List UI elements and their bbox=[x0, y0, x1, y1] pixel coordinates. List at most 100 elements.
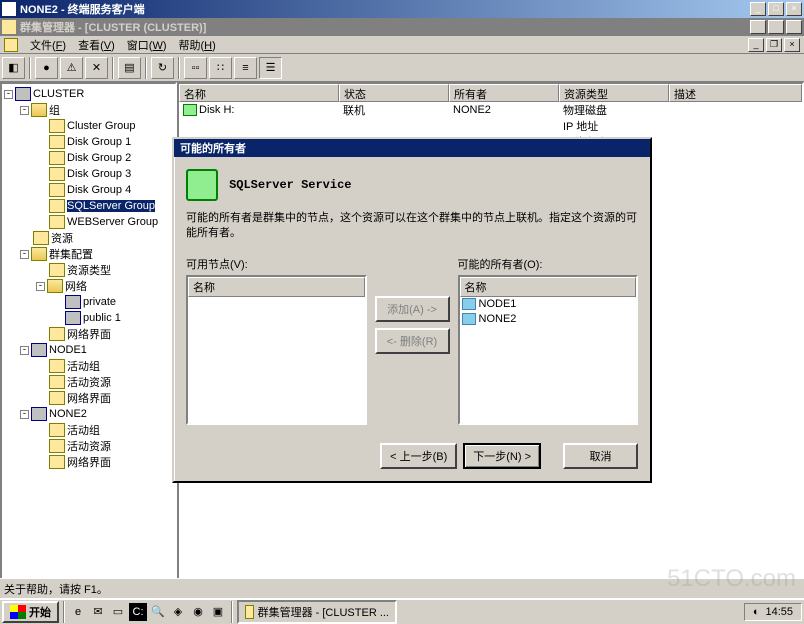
tree-item-none2[interactable]: -NONE2 bbox=[4, 406, 173, 422]
mdi-close-button[interactable]: × bbox=[786, 20, 802, 34]
tree-item-活动组[interactable]: 活动组 bbox=[4, 422, 173, 438]
tree-item-cluster[interactable]: -CLUSTER bbox=[4, 86, 173, 102]
dialog-titlebar: 可能的所有者 bbox=[174, 139, 650, 157]
maximize-button[interactable]: □ bbox=[768, 2, 784, 16]
tree-item-webserver-group[interactable]: WEBServer Group bbox=[4, 214, 173, 230]
list-row[interactable]: IP 地址 bbox=[179, 118, 802, 134]
main-titlebar: NONE2 - 终端服务客户端 _ □ × bbox=[0, 0, 804, 18]
tree-item-活动资源[interactable]: 活动资源 bbox=[4, 374, 173, 390]
owner-item[interactable]: NONE2 bbox=[460, 312, 637, 327]
tree-item-node1[interactable]: -NODE1 bbox=[4, 342, 173, 358]
available-col-name[interactable]: 名称 bbox=[188, 277, 365, 297]
tree-item-sqlserver-group[interactable]: SQLServer Group bbox=[4, 198, 173, 214]
child-restore-button[interactable]: ❐ bbox=[766, 38, 782, 52]
menu-window[interactable]: 窗口(W) bbox=[127, 37, 167, 53]
menu-view[interactable]: 查看(V) bbox=[78, 37, 115, 53]
taskbar-cluster-manager[interactable]: 群集管理器 - [CLUSTER ... bbox=[237, 600, 397, 624]
col-state[interactable]: 状态 bbox=[339, 84, 449, 102]
folder-closed-icon bbox=[49, 359, 65, 373]
tree-item-disk-group-2[interactable]: Disk Group 2 bbox=[4, 150, 173, 166]
quicklaunch-ie-icon[interactable]: e bbox=[69, 603, 87, 621]
toolbar-btn-1[interactable]: ◧ bbox=[2, 57, 25, 79]
tree-item-活动组[interactable]: 活动组 bbox=[4, 358, 173, 374]
tree-item-网络界面[interactable]: 网络界面 bbox=[4, 454, 173, 470]
computer-icon bbox=[31, 343, 47, 357]
mdi-titlebar: 群集管理器 - [CLUSTER (CLUSTER)] _ ❐ × bbox=[0, 18, 804, 36]
minimize-button[interactable]: _ bbox=[750, 2, 766, 16]
owner-item[interactable]: NODE1 bbox=[460, 297, 637, 312]
back-button[interactable]: < 上一步(B) bbox=[380, 443, 457, 469]
tree-item-private[interactable]: private bbox=[4, 294, 173, 310]
tree-item-活动资源[interactable]: 活动资源 bbox=[4, 438, 173, 454]
system-tray[interactable]: ◐ 14:55 bbox=[744, 603, 802, 621]
quicklaunch-outlook-icon[interactable]: ✉ bbox=[89, 603, 107, 621]
menu-file[interactable]: 文件(F) bbox=[30, 37, 66, 53]
tree-item-资源[interactable]: 资源 bbox=[4, 230, 173, 246]
tree-item-资源类型[interactable]: 资源类型 bbox=[4, 262, 173, 278]
folder-closed-icon bbox=[49, 151, 65, 165]
quicklaunch-explorer-icon[interactable]: 🔍 bbox=[149, 603, 167, 621]
quicklaunch-cmd-icon[interactable]: C: bbox=[129, 603, 147, 621]
possible-owners-listbox[interactable]: 名称 NODE1NONE2 bbox=[458, 275, 639, 425]
toolbar-btn-warning[interactable]: ⚠ bbox=[60, 57, 83, 79]
available-nodes-listbox[interactable]: 名称 bbox=[186, 275, 367, 425]
mdi-minimize-button[interactable]: _ bbox=[750, 20, 766, 34]
quicklaunch-app2-icon[interactable]: ◉ bbox=[189, 603, 207, 621]
service-icon bbox=[186, 169, 218, 201]
windows-flag-icon bbox=[10, 605, 26, 619]
col-name[interactable]: 名称 bbox=[179, 84, 339, 102]
quicklaunch-app3-icon[interactable]: ▣ bbox=[209, 603, 227, 621]
next-button[interactable]: 下一步(N) > bbox=[463, 443, 541, 469]
child-minimize-button[interactable]: _ bbox=[748, 38, 764, 52]
toolbar-view-small[interactable]: ∷ bbox=[209, 57, 232, 79]
folder-open-icon bbox=[47, 279, 63, 293]
quicklaunch-desktop-icon[interactable]: ▭ bbox=[109, 603, 127, 621]
possible-col-name[interactable]: 名称 bbox=[460, 277, 637, 297]
tray-icon-1[interactable]: ◐ bbox=[753, 606, 760, 618]
tree-item-群集配置[interactable]: -群集配置 bbox=[4, 246, 173, 262]
start-button[interactable]: 开始 bbox=[2, 601, 59, 623]
tree-item-disk-group-1[interactable]: Disk Group 1 bbox=[4, 134, 173, 150]
tree-item-网络[interactable]: -网络 bbox=[4, 278, 173, 294]
folder-closed-icon bbox=[49, 263, 65, 277]
quicklaunch-app1-icon[interactable]: ◈ bbox=[169, 603, 187, 621]
net-icon bbox=[65, 311, 81, 325]
toolbar-view-list[interactable]: ≡ bbox=[234, 57, 257, 79]
terminal-icon bbox=[2, 2, 16, 16]
tray-clock[interactable]: 14:55 bbox=[765, 606, 793, 618]
available-nodes-label: 可用节点(V): bbox=[186, 256, 367, 272]
tree-item-组[interactable]: -组 bbox=[4, 102, 173, 118]
toolbar-btn-properties[interactable]: ▤ bbox=[118, 57, 141, 79]
cancel-button[interactable]: 取消 bbox=[563, 443, 638, 469]
remove-button[interactable]: <- 删除(R) bbox=[375, 328, 450, 354]
cluster-manager-icon bbox=[2, 20, 16, 34]
node-icon bbox=[462, 298, 476, 310]
toolbar: ◧ ● ⚠ ✕ ▤ ↻ ▫▫ ∷ ≡ ☰ bbox=[0, 54, 804, 82]
folder-closed-icon bbox=[49, 423, 65, 437]
toolbar-view-large[interactable]: ▫▫ bbox=[184, 57, 207, 79]
tree-item-网络界面[interactable]: 网络界面 bbox=[4, 326, 173, 342]
mdi-restore-button[interactable]: ❐ bbox=[768, 20, 784, 34]
list-row[interactable]: Disk H:联机NONE2物理磁盘 bbox=[179, 102, 802, 118]
net-icon bbox=[65, 295, 81, 309]
tree-item-disk-group-3[interactable]: Disk Group 3 bbox=[4, 166, 173, 182]
tree-item-网络界面[interactable]: 网络界面 bbox=[4, 390, 173, 406]
folder-closed-icon bbox=[49, 119, 65, 133]
close-button[interactable]: × bbox=[786, 2, 802, 16]
dialog-title: 可能的所有者 bbox=[176, 140, 648, 156]
col-owner[interactable]: 所有者 bbox=[449, 84, 559, 102]
toolbar-view-details[interactable]: ☰ bbox=[259, 57, 282, 79]
col-type[interactable]: 资源类型 bbox=[559, 84, 669, 102]
tree-item-disk-group-4[interactable]: Disk Group 4 bbox=[4, 182, 173, 198]
col-desc[interactable]: 描述 bbox=[669, 84, 802, 102]
tree-item-cluster-group[interactable]: Cluster Group bbox=[4, 118, 173, 134]
toolbar-btn-online[interactable]: ● bbox=[35, 57, 58, 79]
cluster-tree[interactable]: -CLUSTER-组Cluster GroupDisk Group 1Disk … bbox=[0, 82, 177, 587]
tree-item-public-1[interactable]: public 1 bbox=[4, 310, 173, 326]
toolbar-btn-refresh[interactable]: ↻ bbox=[151, 57, 174, 79]
menu-help[interactable]: 帮助(H) bbox=[179, 37, 216, 53]
toolbar-btn-delete[interactable]: ✕ bbox=[85, 57, 108, 79]
add-button[interactable]: 添加(A) -> bbox=[375, 296, 450, 322]
child-close-button[interactable]: × bbox=[784, 38, 800, 52]
mdi-child-icon[interactable] bbox=[4, 38, 18, 52]
